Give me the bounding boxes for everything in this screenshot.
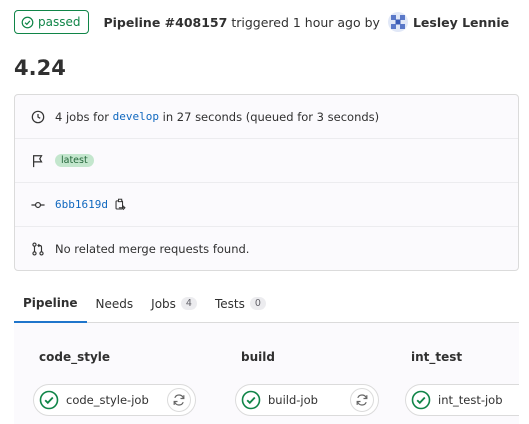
stage-title: code_style	[39, 350, 111, 364]
merge-requests-text: No related merge requests found.	[55, 242, 250, 256]
jobs-suffix: in 27 seconds (queued for 3 seconds)	[162, 109, 380, 124]
stage-title: int_test	[411, 350, 463, 364]
tab-label: Jobs	[151, 296, 176, 311]
triggered-text: triggered 1 hour ago by	[231, 14, 380, 30]
commit-row: 6bb1619d	[15, 183, 518, 227]
branch-link[interactable]: develop	[113, 110, 159, 123]
job-card[interactable]: int_test-job	[405, 384, 519, 416]
jobs-prefix: 4 jobs for	[55, 109, 109, 124]
page-title: 4.24	[14, 56, 66, 80]
tab-tests[interactable]: Tests 0	[206, 284, 275, 323]
check-circle-icon	[411, 390, 431, 410]
tab-label: Needs	[95, 296, 134, 311]
tab-needs[interactable]: Needs	[87, 284, 143, 323]
tests-count-badge: 0	[249, 297, 266, 310]
avatar[interactable]	[387, 12, 408, 32]
check-circle-icon	[241, 390, 261, 410]
jobs-count-badge: 4	[180, 297, 197, 310]
retry-button[interactable]	[350, 388, 374, 412]
tab-pipeline[interactable]: Pipeline	[14, 284, 87, 323]
pipeline-tabs: Pipeline Needs Jobs 4 Tests 0	[14, 284, 519, 323]
clock-icon	[31, 110, 45, 124]
job-name: build-job	[268, 393, 318, 407]
pipeline-info: 4 jobs for develop in 27 seconds (queued…	[14, 94, 519, 271]
status-badge[interactable]: passed	[14, 10, 90, 34]
job-name: code_style-job	[66, 393, 149, 407]
job-name: int_test-job	[438, 393, 503, 407]
pipeline-graph: code_style build int_test code_style-job…	[14, 323, 519, 424]
pipeline-id: Pipeline #408157	[103, 14, 228, 30]
commit-sha[interactable]: 6bb1619d	[55, 198, 108, 211]
tab-label: Pipeline	[23, 295, 78, 310]
pipeline-header: passed Pipeline #408157 triggered 1 hour…	[14, 9, 509, 35]
job-card[interactable]: build-job	[235, 384, 379, 416]
status-label: passed	[38, 15, 81, 29]
retry-button[interactable]	[167, 388, 191, 412]
check-circle-icon	[21, 16, 34, 28]
merge-request-icon	[31, 242, 45, 256]
merge-requests-row: No related merge requests found.	[15, 227, 518, 271]
jobs-summary-row: 4 jobs for develop in 27 seconds (queued…	[15, 95, 518, 139]
stage-title: build	[241, 350, 275, 364]
copy-icon[interactable]	[114, 198, 127, 211]
tag-row: latest	[15, 139, 518, 183]
tab-label: Tests	[214, 296, 245, 311]
tag-badge: latest	[55, 154, 94, 167]
commit-icon	[31, 198, 45, 212]
retry-icon	[173, 394, 185, 406]
job-card[interactable]: code_style-job	[33, 384, 196, 416]
check-circle-icon	[39, 390, 59, 410]
flag-icon	[31, 154, 45, 168]
tab-jobs[interactable]: Jobs 4	[142, 284, 206, 323]
retry-icon	[356, 394, 368, 406]
author-link[interactable]: Lesley Lennie	[413, 15, 509, 30]
